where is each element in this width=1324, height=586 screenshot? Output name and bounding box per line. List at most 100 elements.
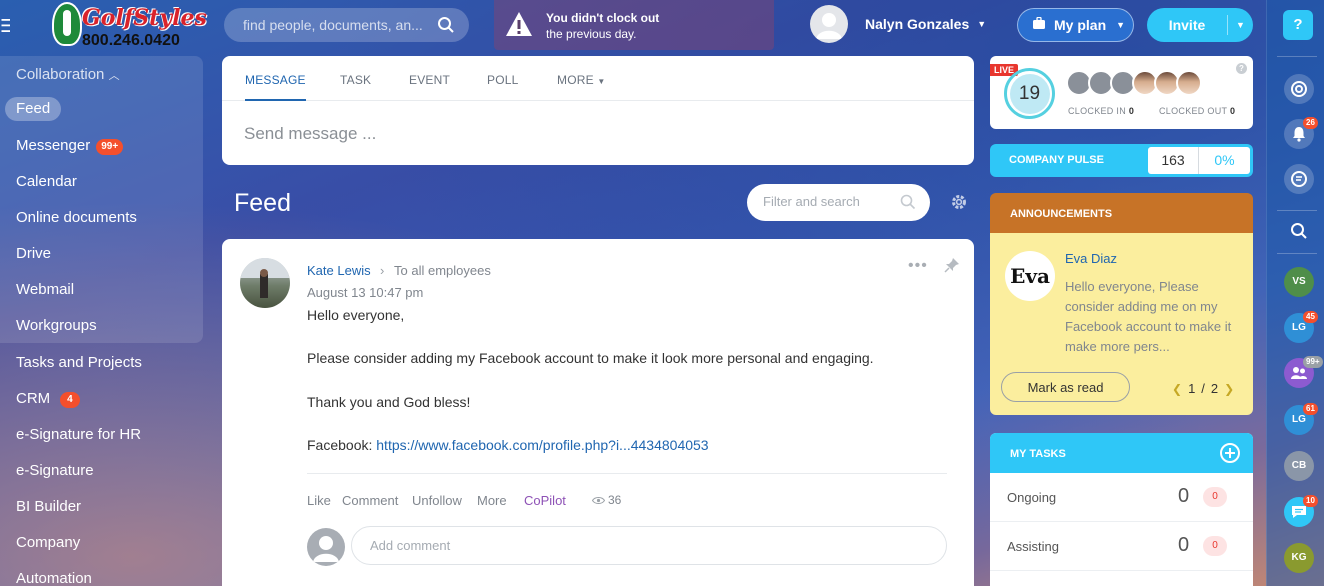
pager-current: 1 [1188,381,1196,396]
author-avatar[interactable] [240,258,290,308]
divider [1277,253,1317,254]
sidebar-item-label: Calendar [16,173,77,190]
company-pulse[interactable]: COMPANY PULSE 163 0% [990,144,1253,177]
announcement-text[interactable]: Hello everyone, Please consider adding m… [1065,277,1237,357]
more-button[interactable]: More [477,493,507,508]
pin-icon[interactable] [944,257,960,278]
view-count-value: 36 [608,493,622,507]
tab-poll[interactable]: POLL [487,73,519,87]
comment-button[interactable]: Comment [342,493,398,508]
search-icon[interactable] [1284,216,1314,246]
send-message-input[interactable]: Send message ... [244,124,376,144]
sidebar-item-automation[interactable]: Automation [16,567,92,586]
help-icon[interactable]: ? [1236,63,1247,74]
announcement-avatar[interactable]: Eva [1005,251,1055,301]
sidebar-item-esignature-hr[interactable]: e-Signature for HR [16,423,141,447]
user-avatar[interactable] [810,5,848,43]
sidebar-item-label: Webmail [16,281,75,298]
sidebar-item-workgroups[interactable]: Workgroups [16,314,97,338]
tab-event[interactable]: EVENT [409,73,450,87]
clock-out-warning[interactable]: You didn't clock out the previous day. [494,0,774,50]
user-name[interactable]: Nalyn Gonzales [865,16,969,32]
sidebar-item-messenger[interactable]: Messenger 99+ [16,134,124,158]
sidebar-group-header[interactable]: Collaboration ︿ [16,66,120,83]
tab-task[interactable]: TASK [340,73,371,87]
add-task-icon[interactable] [1220,443,1240,463]
help-button[interactable]: ? [1283,10,1313,40]
announcement-author[interactable]: Eva Diaz [1065,251,1117,266]
sidebar-item-label: Drive [16,245,52,262]
pulse-label: COMPANY PULSE [1009,154,1104,166]
sidebar-item-company[interactable]: Company [16,531,80,555]
contact-badge: 61 [1303,403,1318,415]
invite-button[interactable]: Invite ▼ [1147,8,1253,42]
logo-emblem-icon [52,2,82,46]
task-row-ongoing[interactable]: Ongoing 0 0 [990,473,1253,522]
task-row-assisting[interactable]: Assisting 0 0 [990,522,1253,571]
post-recipient[interactable]: To all employees [394,263,491,278]
notifications-badge: 26 [1303,117,1318,129]
clock-counter[interactable]: 19 [1004,68,1055,119]
sidebar-item-crm[interactable]: CRM 4 [16,387,80,411]
sidebar-item-webmail[interactable]: Webmail [16,278,74,302]
chevron-left-icon[interactable]: ❮ [1172,382,1182,396]
sidebar-item-tasks-and-projects[interactable]: Tasks and Projects [16,351,142,375]
contact-avatar-kg[interactable]: KG [1284,543,1314,573]
clocked-out-text: CLOCKED OUT [1159,106,1228,116]
tab-more[interactable]: MORE ▼ [557,73,605,87]
employee-avatars[interactable] [1066,70,1202,96]
comment-input[interactable] [370,538,770,553]
activity-stream-icon[interactable] [1284,164,1314,194]
menu-icon[interactable]: ☰ [0,16,10,37]
clocked-out-label: CLOCKED OUT 0 [1159,106,1235,116]
sidebar-item-label: Workgroups [16,317,97,334]
feed-filter[interactable] [747,184,930,221]
copilot-icon[interactable] [1284,74,1314,104]
crm-badge: 4 [60,392,80,408]
announcement-body: Eva Eva Diaz Hello everyone, Please cons… [990,233,1253,415]
filter-input[interactable] [763,194,893,209]
search-icon[interactable] [437,16,455,39]
gear-icon[interactable] [950,193,968,216]
right-rail: ? 26 VS LG 45 99+ LG 61 CB 10 KG [1266,0,1324,586]
facebook-link[interactable]: https://www.facebook.com/profile.php?i..… [376,437,708,453]
chevron-down-icon[interactable]: ▼ [977,19,986,29]
contact-avatar-cb[interactable]: CB [1284,451,1314,481]
sidebar-item-calendar[interactable]: Calendar [16,170,77,194]
sidebar-item-label: CRM [16,390,51,407]
post-author[interactable]: Kate Lewis [307,263,371,278]
sidebar-item-bi-builder[interactable]: BI Builder [16,495,81,519]
contact-badge: 99+ [1303,356,1323,368]
composer-tabs: MESSAGE TASK EVENT POLL MORE ▼ [222,56,974,101]
post-date[interactable]: August 13 10:47 pm [307,285,423,300]
avatar[interactable] [1176,70,1202,96]
announcements-widget: ANNOUNCEMENTS Eva Eva Diaz Hello everyon… [990,193,1253,415]
like-button[interactable]: Like [307,493,331,508]
search-icon[interactable] [900,194,916,215]
search-input[interactable] [243,17,433,33]
sidebar-item-feed[interactable]: Feed [5,97,62,121]
user-menu[interactable]: Nalyn Gonzales ▼ [810,4,986,44]
sidebar-item-drive[interactable]: Drive [16,242,51,266]
company-logo[interactable]: GolfStyles 800.246.0420 [50,2,207,50]
more-options-icon[interactable]: ••• [908,257,928,275]
chevron-down-icon[interactable]: ▼ [1236,20,1245,30]
sidebar-item-esignature[interactable]: e-Signature [16,459,94,483]
comment-field[interactable] [351,526,947,565]
sidebar-item-online-documents[interactable]: Online documents [16,206,137,230]
view-count[interactable]: 36 [592,493,621,507]
timeman-widget[interactable]: LIVE 19 CLOCKED IN 0 CLOCKED OUT 0 ? [990,56,1253,129]
mark-as-read-button[interactable]: Mark as read [1001,372,1130,402]
global-search[interactable] [224,8,469,42]
contact-avatar-vs[interactable]: VS [1284,267,1314,297]
my-plan-button[interactable]: My plan ▼ [1017,8,1134,42]
clocked-in-text: CLOCKED IN [1068,106,1127,116]
briefcase-icon [1032,16,1046,33]
announcements-title: ANNOUNCEMENTS [990,193,1253,233]
copilot-button[interactable]: CoPilot [524,493,566,508]
unfollow-button[interactable]: Unfollow [412,493,462,508]
tab-message[interactable]: MESSAGE [245,73,306,101]
divider [307,473,947,474]
chevron-right-icon[interactable]: ❯ [1224,382,1234,396]
my-plan-label: My plan [1054,17,1107,33]
